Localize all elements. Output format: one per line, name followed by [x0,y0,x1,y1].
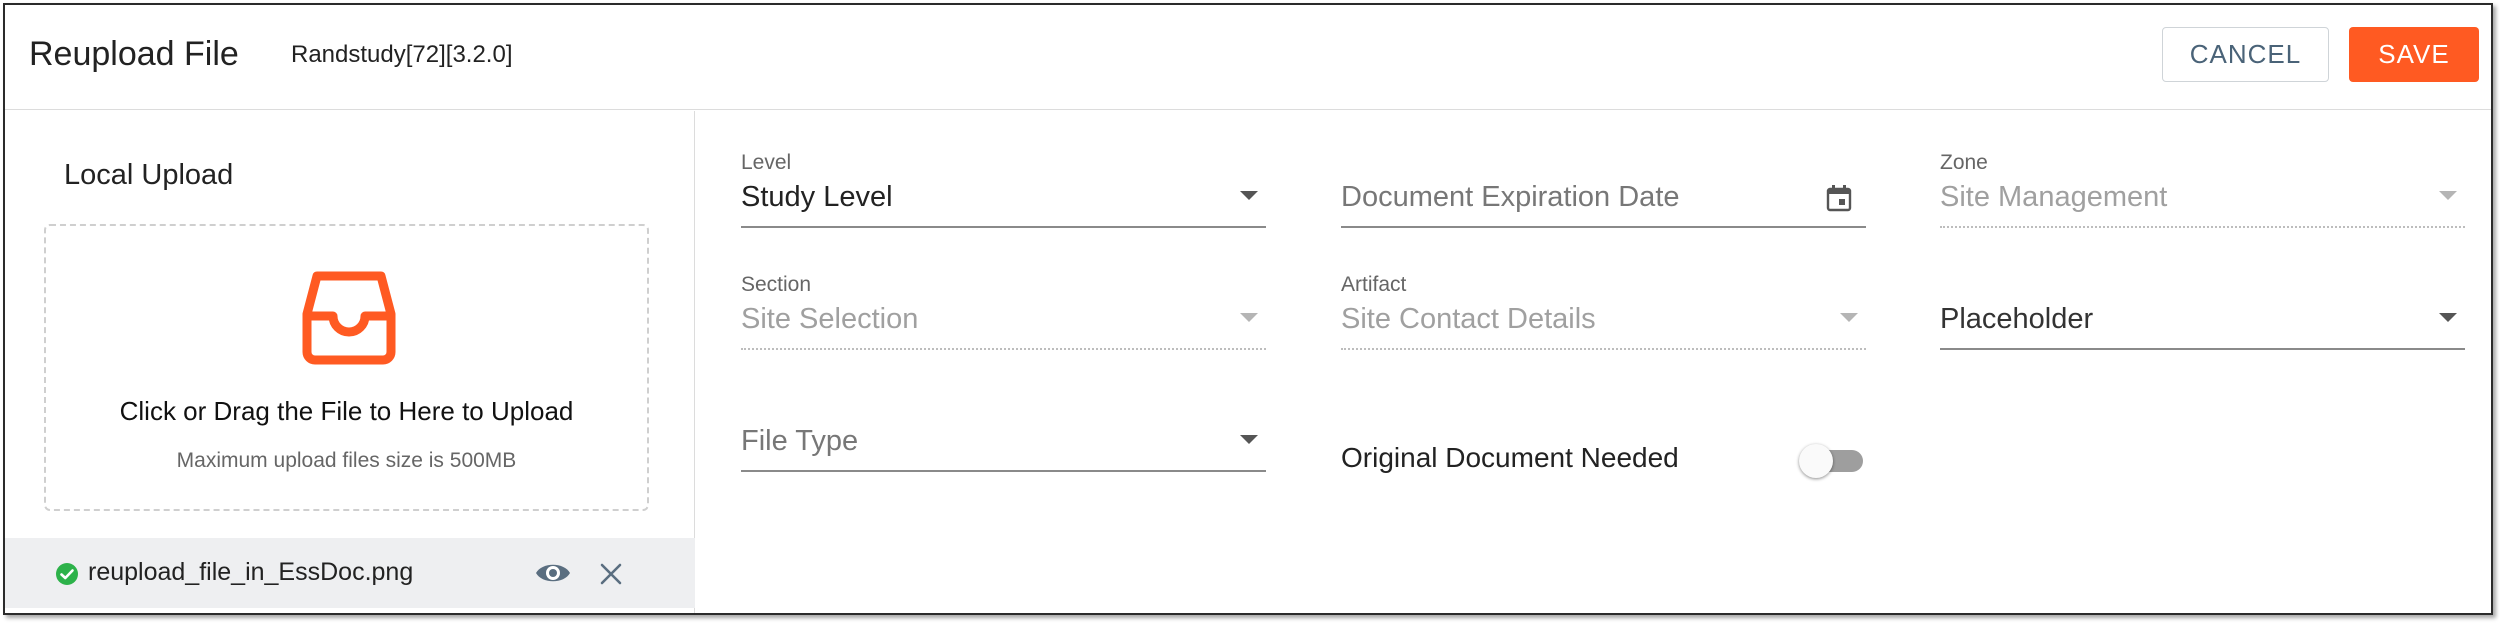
chevron-down-icon [2439,313,2457,322]
reupload-dialog: Reupload File Randstudy[72][3.2.0] CANCE… [3,3,2493,615]
artifact-select: Artifact Site Contact Details [1341,273,1866,353]
save-button[interactable]: SAVE [2349,27,2479,82]
max-size-hint: Maximum upload files size is 500MB [176,449,517,472]
original-document-needed-label: Original Document Needed [1341,442,1679,473]
section-label: Section [741,273,812,296]
calendar-icon[interactable] [1826,184,1852,212]
local-upload-title: Local Upload [64,159,234,191]
artifact-value: Site Contact Details [1341,303,1596,335]
level-label: Level [741,151,792,174]
file-type-placeholder: File Type [741,425,859,457]
chevron-down-icon [1240,313,1258,322]
file-dropzone[interactable]: Click or Drag the File to Here to Upload… [44,224,649,511]
dialog-header: Reupload File Randstudy[72][3.2.0] CANCE… [5,5,2491,110]
section-select: Section Site Selection [741,273,1266,353]
placeholder-select[interactable]: Placeholder [1940,273,2465,353]
dropzone-instruction: Click or Drag the File to Here to Upload [119,396,574,426]
close-icon[interactable] [599,562,623,586]
original-document-needed-toggle[interactable] [1799,443,1867,478]
chevron-down-icon [1240,191,1258,200]
uploaded-file-name: reupload_file_in_EssDoc.png [88,558,414,586]
chevron-down-icon [2439,191,2457,200]
study-name: Randstudy[72][3.2.0] [291,41,513,68]
section-value: Site Selection [741,303,919,335]
zone-value: Site Management [1940,181,2168,213]
level-select[interactable]: Level Study Level [741,151,1266,231]
chevron-down-icon [1840,313,1858,322]
placeholder-value: Placeholder [1940,303,2094,335]
check-circle-icon [56,563,78,585]
eye-icon[interactable] [535,558,571,588]
inbox-icon [302,271,396,365]
artifact-label: Artifact [1341,273,1407,296]
zone-label: Zone [1940,151,1988,174]
uploaded-file-item: reupload_file_in_EssDoc.png [5,538,695,608]
cancel-button[interactable]: CANCEL [2162,27,2329,82]
file-type-select[interactable]: File Type [741,395,1266,475]
upload-panel: Local Upload Click or Drag the File to H… [5,111,695,613]
document-expiration-date-field[interactable]: Document Expiration Date [1341,151,1866,231]
zone-select: Zone Site Management [1940,151,2465,231]
dialog-title: Reupload File [29,35,239,73]
expiration-placeholder: Document Expiration Date [1341,181,1680,213]
chevron-down-icon [1240,435,1258,444]
level-value: Study Level [741,181,893,213]
